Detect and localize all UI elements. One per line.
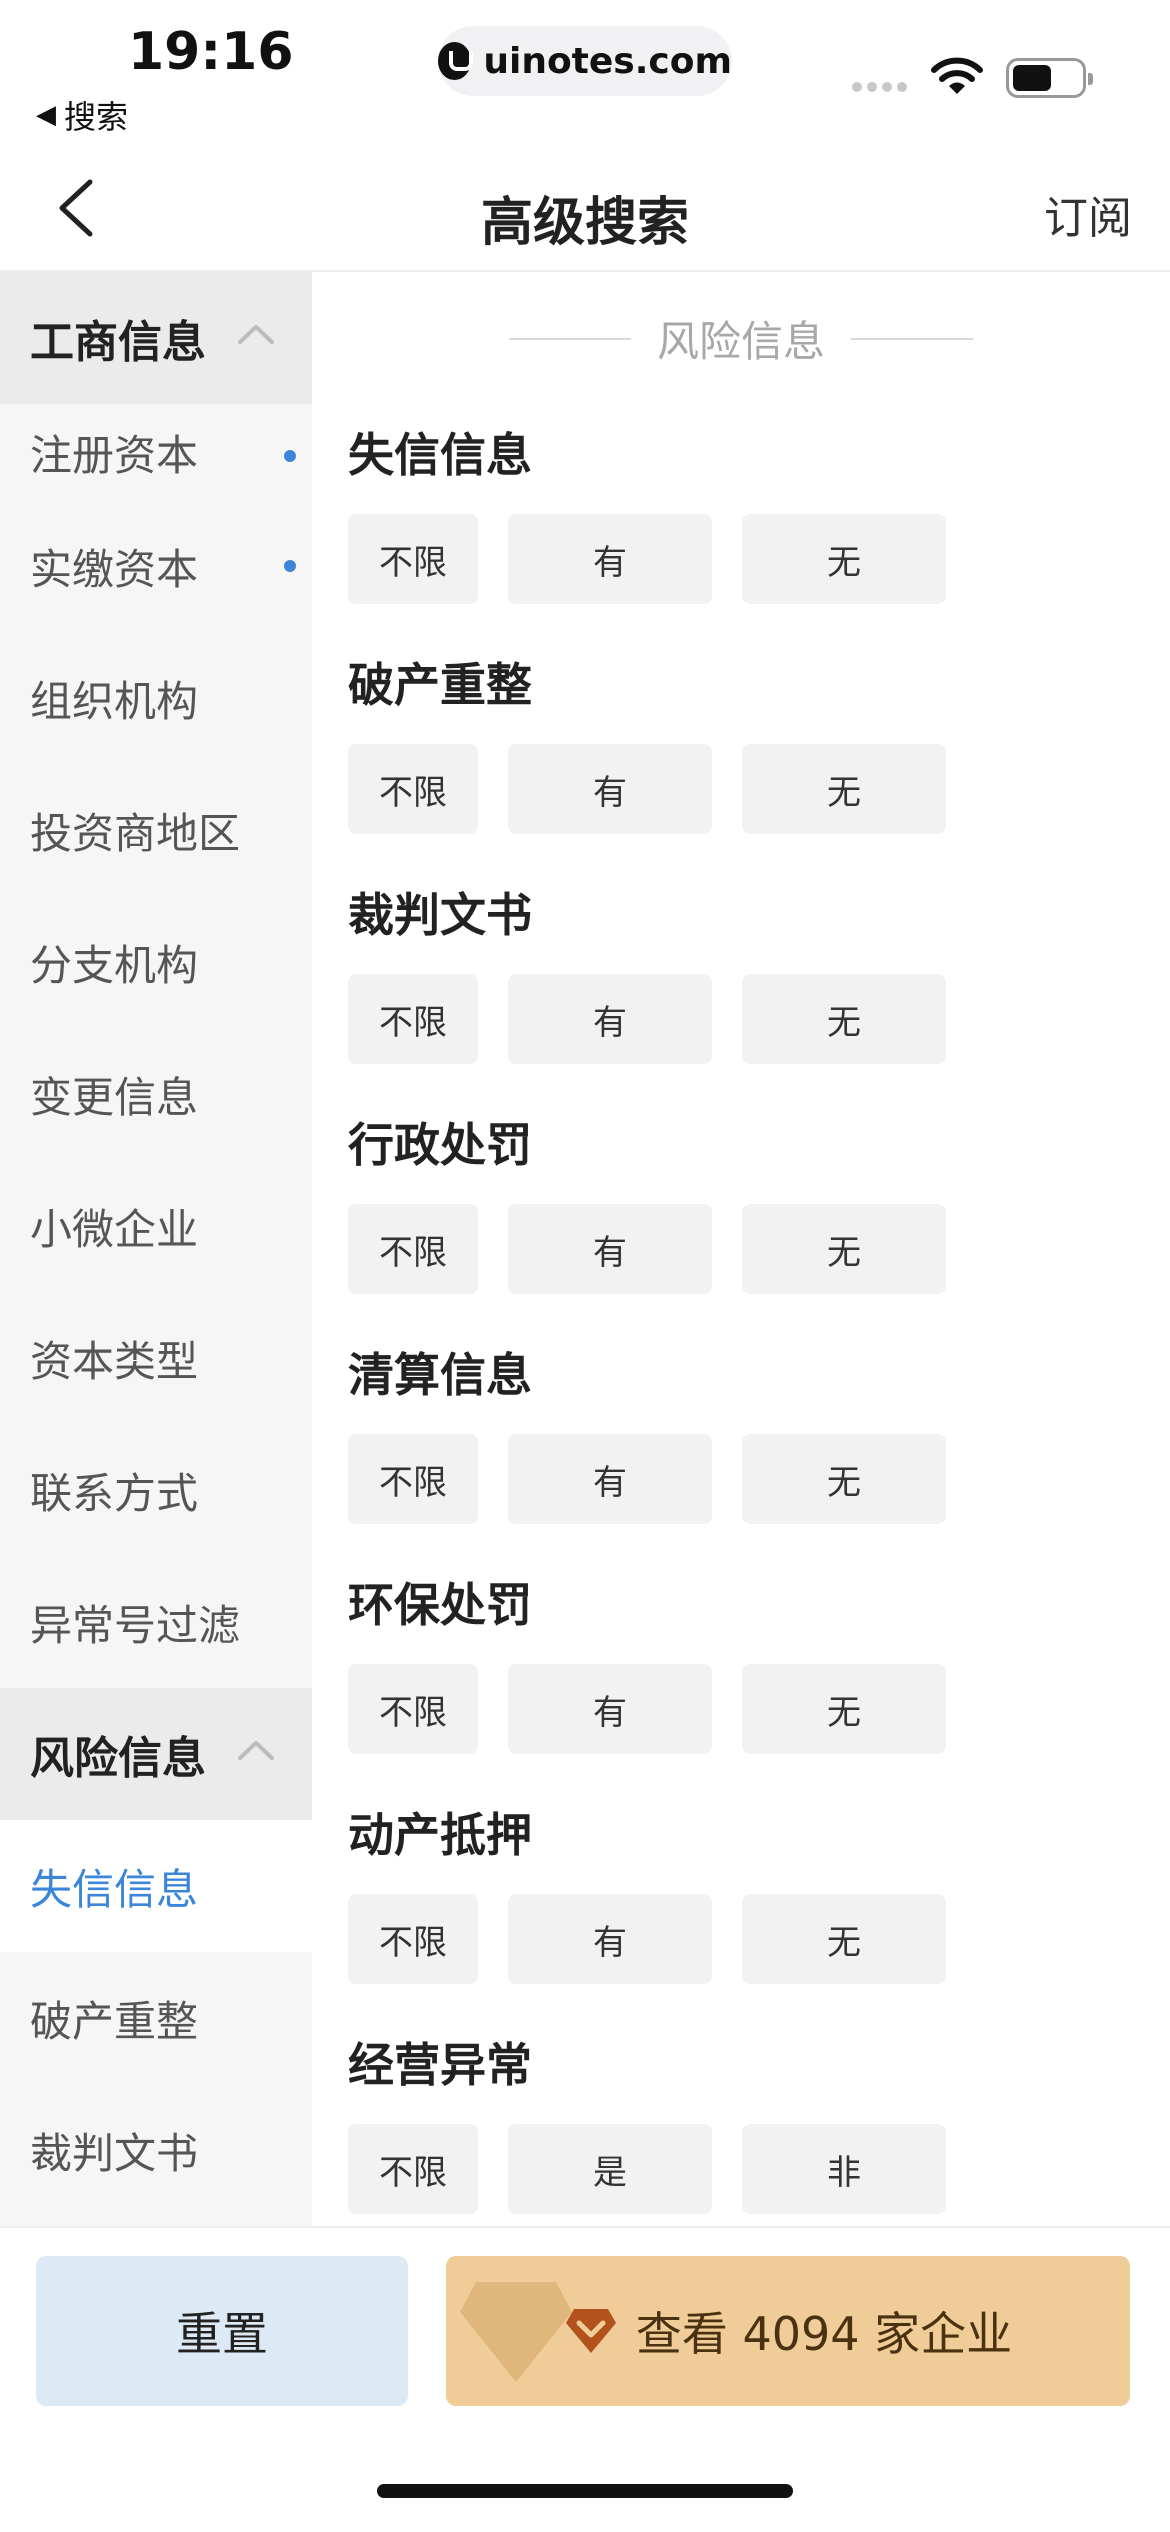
sidebar-item-label: 裁判文书: [30, 2128, 199, 2178]
filter-title: 裁判文书: [348, 888, 532, 942]
navigation-bar: 高级搜索 订阅: [0, 150, 1170, 272]
option-no[interactable]: 非: [742, 2124, 946, 2214]
sidebar-item-label: 资本类型: [30, 1336, 199, 1386]
chevron-up-icon: [238, 325, 274, 344]
filter-group-judgments: 裁判文书 不限 有 无: [348, 882, 946, 1064]
sidebar-item-label: 变更信息: [30, 1072, 199, 1122]
section-title: 风险信息: [656, 317, 825, 366]
filter-group-environmental-penalty: 环保处罚 不限 有 无: [348, 1572, 946, 1754]
sidebar-item-label: 小微企业: [30, 1204, 199, 1254]
sidebar-item-label: 联系方式: [30, 1468, 199, 1518]
filter-title: 经营异常: [348, 2038, 532, 2092]
option-no[interactable]: 无: [742, 974, 946, 1064]
option-yes[interactable]: 有: [508, 974, 712, 1064]
option-no[interactable]: 无: [742, 744, 946, 834]
option-no[interactable]: 无: [742, 1664, 946, 1754]
filter-group-dishonesty: 失信信息 不限 有 无: [348, 422, 946, 604]
filter-title: 破产重整: [348, 658, 532, 712]
option-unlimited[interactable]: 不限: [348, 514, 478, 604]
sidebar-item-label: 破产重整: [30, 1996, 199, 2046]
option-unlimited[interactable]: 不限: [348, 2124, 478, 2214]
sidebar-item-organization[interactable]: 组织机构: [0, 632, 312, 764]
option-unlimited[interactable]: 不限: [348, 1894, 478, 1984]
sidebar-item-judgments[interactable]: 裁判文书: [0, 2084, 312, 2216]
sidebar-item-label: 注册资本: [30, 431, 199, 480]
divider: [508, 337, 631, 340]
filter-group-administrative-penalty: 行政处罚 不限 有 无: [348, 1112, 946, 1294]
battery-icon: [1006, 58, 1093, 98]
sidebar-item-registered-capital[interactable]: 注册资本: [0, 404, 312, 500]
filter-group-chattel-mortgage: 动产抵押 不限 有 无: [348, 1802, 946, 1984]
site-logo-icon: [438, 42, 474, 80]
cellular-signal-icon: [852, 82, 907, 92]
option-unlimited[interactable]: 不限: [348, 974, 478, 1064]
option-unlimited[interactable]: 不限: [348, 744, 478, 834]
option-unlimited[interactable]: 不限: [348, 1434, 478, 1524]
option-yes[interactable]: 是: [508, 2124, 712, 2214]
sidebar-item-change-info[interactable]: 变更信息: [0, 1028, 312, 1160]
status-bar: 19:16 ◀ 搜索 uinotes.com: [0, 0, 1170, 150]
sidebar-item-capital-type[interactable]: 资本类型: [0, 1292, 312, 1424]
sidebar-item-bankruptcy[interactable]: 破产重整: [0, 1952, 312, 2084]
option-no[interactable]: 无: [742, 1204, 946, 1294]
back-to-app-link[interactable]: ◀ 搜索: [36, 92, 128, 138]
sidebar-item-investor-region[interactable]: 投资商地区: [0, 764, 312, 896]
url-text: uinotes.com: [483, 40, 732, 82]
vip-watermark-icon: [460, 2282, 572, 2382]
sidebar-item-contact[interactable]: 联系方式: [0, 1424, 312, 1556]
section-header: 风险信息: [312, 308, 1170, 369]
chevron-up-icon: [238, 1741, 274, 1760]
url-pill[interactable]: uinotes.com: [438, 26, 732, 96]
status-time: 19:16: [128, 22, 294, 82]
option-yes[interactable]: 有: [508, 514, 712, 604]
sidebar-group-business-info[interactable]: 工商信息: [0, 272, 312, 404]
sidebar-item-paid-capital[interactable]: 实缴资本: [0, 500, 312, 632]
filter-group-abnormal-operation: 经营异常 不限 是 非: [348, 2032, 946, 2214]
selected-dot-indicator: [284, 560, 296, 572]
page-title: 高级搜索: [480, 193, 689, 253]
sidebar-item-small-micro[interactable]: 小微企业: [0, 1160, 312, 1292]
sidebar-group-label: 工商信息: [30, 317, 206, 368]
filter-title: 失信信息: [348, 428, 532, 482]
option-yes[interactable]: 有: [508, 1894, 712, 1984]
view-companies-label: 查看 4094 家企业: [635, 2307, 1013, 2361]
filter-title: 环保处罚: [348, 1578, 532, 1632]
option-no[interactable]: 无: [742, 514, 946, 604]
option-yes[interactable]: 有: [508, 1664, 712, 1754]
view-companies-button[interactable]: 查看 4094 家企业: [446, 2256, 1130, 2406]
sidebar-item-label: 失信信息: [30, 1864, 199, 1914]
sidebar-item-label: 实缴资本: [30, 544, 199, 594]
sidebar-item-branches[interactable]: 分支机构: [0, 896, 312, 1028]
filter-title: 清算信息: [348, 1348, 532, 1402]
back-app-label: 搜索: [64, 98, 129, 136]
option-yes[interactable]: 有: [508, 744, 712, 834]
filter-group-bankruptcy: 破产重整 不限 有 无: [348, 652, 946, 834]
subscribe-button[interactable]: 订阅: [1044, 182, 1132, 246]
sidebar-item-label: 异常号过滤: [30, 1600, 241, 1650]
filter-content: 风险信息 失信信息 不限 有 无 破产重整 不限 有 无 裁判文书 不限 有 无…: [312, 272, 1170, 2226]
filter-group-liquidation: 清算信息 不限 有 无: [348, 1342, 946, 1524]
sidebar-item-label: 投资商地区: [30, 808, 241, 858]
selected-dot-indicator: [284, 450, 296, 462]
option-yes[interactable]: 有: [508, 1434, 712, 1524]
sidebar-item-label: 组织机构: [30, 676, 199, 726]
wifi-icon: [931, 57, 983, 94]
option-unlimited[interactable]: 不限: [348, 1664, 478, 1754]
category-sidebar: 工商信息 注册资本 实缴资本 组织机构 投资商地区 分支机构 变更信息 小微企业…: [0, 272, 312, 2226]
sidebar-item-label: 分支机构: [30, 940, 199, 990]
reset-button[interactable]: 重置: [36, 2256, 408, 2406]
divider: [851, 337, 973, 340]
filter-title: 动产抵押: [348, 1808, 532, 1862]
option-yes[interactable]: 有: [508, 1204, 712, 1294]
sidebar-group-risk-info[interactable]: 风险信息: [0, 1688, 312, 1820]
option-no[interactable]: 无: [742, 1434, 946, 1524]
sidebar-group-label: 风险信息: [30, 1733, 206, 1784]
back-triangle-icon: ◀: [36, 100, 56, 130]
home-indicator[interactable]: [377, 2484, 793, 2498]
sidebar-item-dishonesty[interactable]: 失信信息: [0, 1820, 312, 1952]
option-unlimited[interactable]: 不限: [348, 1204, 478, 1294]
filter-title: 行政处罚: [348, 1118, 532, 1172]
sidebar-item-abnormal-number-filter[interactable]: 异常号过滤: [0, 1556, 312, 1688]
option-no[interactable]: 无: [742, 1894, 946, 1984]
